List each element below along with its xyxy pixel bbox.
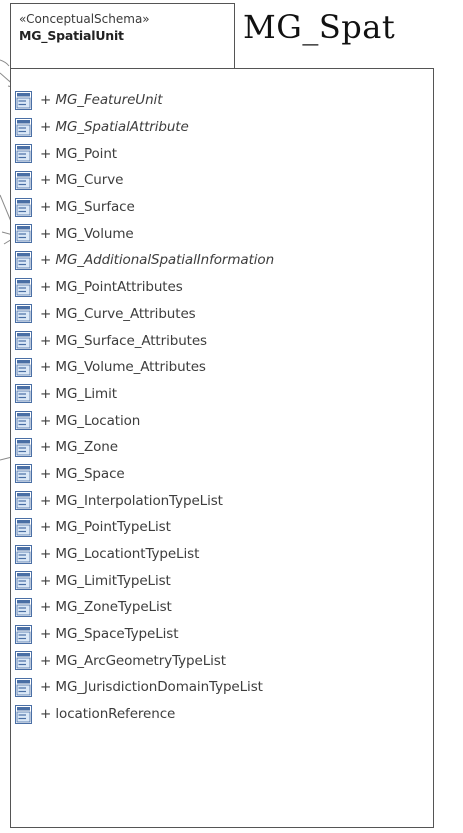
list-item-label: + MG_Curve_Attributes [40,305,196,322]
class-icon [15,357,32,377]
list-item[interactable]: + locationReference [15,701,274,728]
class-icon [15,517,32,537]
class-icon [15,250,32,270]
package-stereotype: «ConceptualSchema» [19,12,150,26]
list-item[interactable]: + MG_Volume [15,220,274,247]
list-item[interactable]: + MG_Curve [15,167,274,194]
list-item-label: + MG_InterpolationTypeList [40,492,223,509]
list-item[interactable]: + MG_SpatialAttribute [15,114,274,141]
class-icon [15,544,32,564]
list-item-label: + MG_Limit [40,385,117,402]
list-item-label: + MG_ZoneTypeList [40,599,172,616]
list-item-label: + MG_Location [40,412,141,429]
list-item[interactable]: + MG_Curve_Attributes [15,301,274,328]
class-icon [15,651,32,671]
list-item-label: + MG_Space [40,465,125,482]
list-item-label: + MG_AdditionalSpatialInformation [40,252,275,269]
class-icon [15,117,32,137]
list-item-label: + MG_LocationtTypeList [40,546,200,563]
list-item-label: + MG_LimitTypeList [40,572,171,589]
list-item-label: + MG_Zone [40,439,118,456]
list-item-label: + MG_SpaceTypeList [40,626,179,643]
class-icon [15,624,32,644]
class-icon [15,571,32,591]
class-icon [15,411,32,431]
package-tab[interactable]: «ConceptualSchema» MG_SpatialUnit [10,3,235,69]
class-icon [15,277,32,297]
list-item[interactable]: + MG_PointAttributes [15,274,274,301]
list-item[interactable]: + MG_ArcGeometryTypeList [15,647,274,674]
list-item[interactable]: + MG_LocationtTypeList [15,541,274,568]
list-item-label: + MG_PointTypeList [40,519,171,536]
class-icon [15,437,32,457]
package-name: MG_SpatialUnit [19,28,124,43]
list-item-label: + locationReference [40,706,176,723]
list-item[interactable]: + MG_JurisdictionDomainTypeList [15,674,274,701]
list-item[interactable]: + MG_Surface [15,194,274,221]
list-item-label: + MG_FeatureUnit [40,92,163,109]
list-item-label: + MG_PointAttributes [40,279,183,296]
list-item[interactable]: + MG_InterpolationTypeList [15,487,274,514]
list-item[interactable]: + MG_LimitTypeList [15,567,274,594]
class-icon [15,464,32,484]
list-item[interactable]: + MG_PointTypeList [15,514,274,541]
package-contents-list: + MG_FeatureUnit + MG_SpatialAttribute + M… [15,87,274,728]
class-icon [15,90,32,110]
class-icon [15,677,32,697]
list-item[interactable]: + MG_Point [15,140,274,167]
list-item-label: + MG_Surface_Attributes [40,332,207,349]
diagram-title: MG_Spat [243,8,396,46]
list-item[interactable]: + MG_Limit [15,381,274,408]
class-icon [15,304,32,324]
list-item-label: + MG_Surface [40,199,135,216]
class-icon [15,197,32,217]
list-item-label: + MG_JurisdictionDomainTypeList [40,679,263,696]
list-item[interactable]: + MG_Surface_Attributes [15,327,274,354]
list-item[interactable]: + MG_Space [15,461,274,488]
class-icon [15,331,32,351]
list-item[interactable]: + MG_Location [15,407,274,434]
list-item[interactable]: + MG_AdditionalSpatialInformation [15,247,274,274]
list-item-label: + MG_Volume [40,225,134,242]
list-item[interactable]: + MG_Zone [15,434,274,461]
list-item[interactable]: + MG_ZoneTypeList [15,594,274,621]
list-item-label: + MG_SpatialAttribute [40,119,189,136]
list-item-label: + MG_Point [40,145,117,162]
class-icon [15,384,32,404]
list-item[interactable]: + MG_FeatureUnit [15,87,274,114]
list-item[interactable]: + MG_SpaceTypeList [15,621,274,648]
class-icon [15,170,32,190]
class-icon [15,704,32,724]
class-icon [15,597,32,617]
class-icon [15,224,32,244]
class-icon [15,144,32,164]
connector-line [0,59,10,67]
list-item[interactable]: + MG_Volume_Attributes [15,354,274,381]
list-item-label: + MG_Curve [40,172,124,189]
class-icon [15,491,32,511]
list-item-label: + MG_ArcGeometryTypeList [40,652,226,669]
list-item-label: + MG_Volume_Attributes [40,359,206,376]
